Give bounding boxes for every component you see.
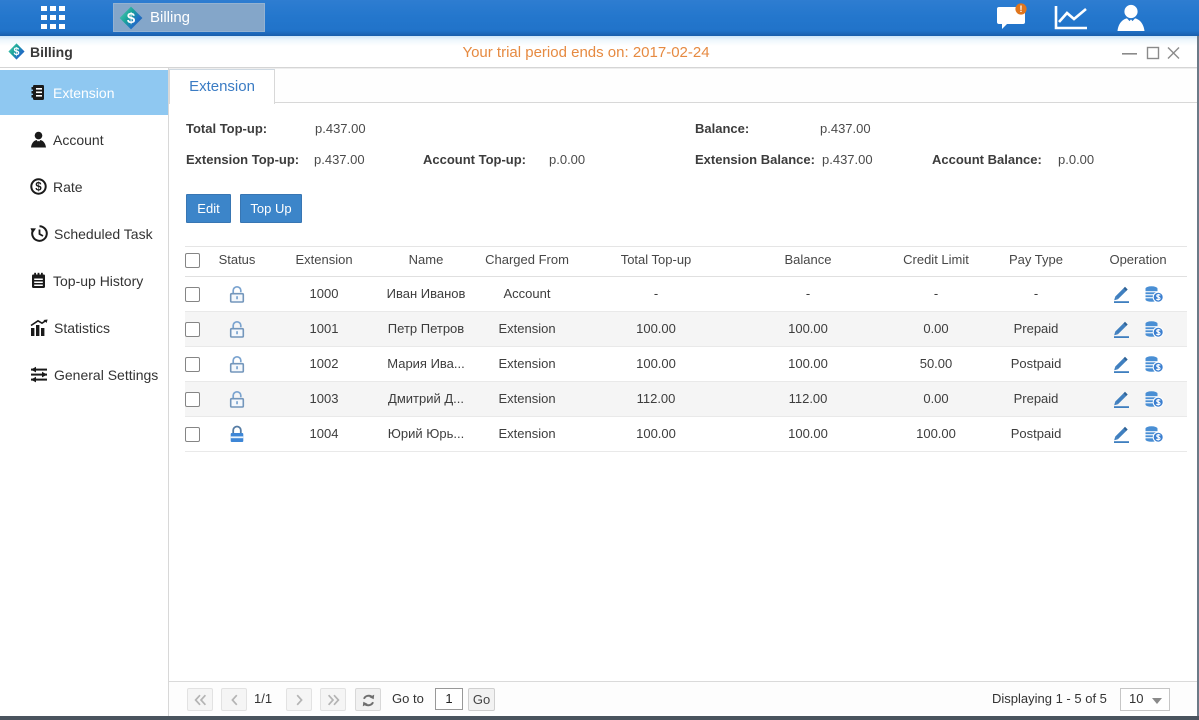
- svg-text:$: $: [127, 10, 136, 27]
- svg-text:$: $: [35, 182, 42, 194]
- svg-text:!: !: [1020, 4, 1023, 14]
